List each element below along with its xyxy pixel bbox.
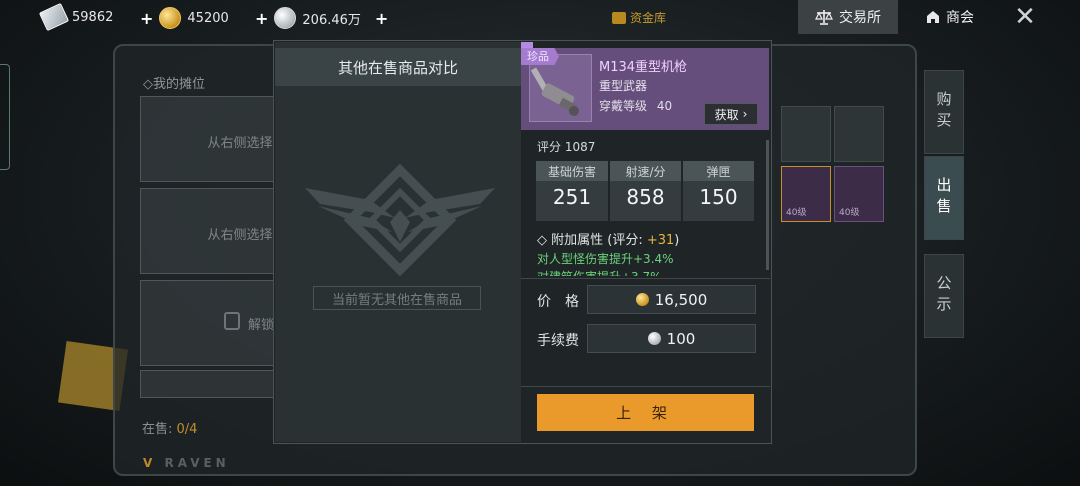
stat-fire-rate: 射速/分 858 [610, 161, 681, 221]
gold-currency: + 45200 [140, 7, 229, 29]
on-sale-value: 0/4 [176, 422, 198, 437]
item-level-label: 40级 [786, 208, 807, 218]
brand-text: RAVEN [164, 456, 230, 470]
fee-display: 100 [587, 324, 756, 353]
tab-notice-label: 公示 [934, 275, 953, 317]
stat-label: 基础伤害 [536, 161, 608, 181]
item-name: M134重型机枪 [599, 60, 688, 75]
stall-title: ◇我的摊位 [143, 77, 205, 92]
inventory-item[interactable]: 40级 [781, 166, 831, 222]
item-type: 重型武器 [599, 79, 648, 93]
fee-value: 100 [666, 329, 696, 348]
divider [521, 386, 770, 387]
acquire-button[interactable]: 获取 › [704, 103, 758, 125]
ticket-amount: 59862 [72, 9, 114, 25]
tab-sell-label: 出售 [934, 177, 953, 219]
stall-slot-4[interactable] [140, 370, 276, 398]
lock-icon [224, 312, 240, 330]
left-edge-decoration [0, 64, 10, 170]
stat-value: 858 [626, 185, 665, 209]
inventory-item[interactable]: 40级 [834, 166, 884, 222]
add-silver-button-2[interactable]: + [375, 9, 388, 28]
tab-buy[interactable]: 购买 [924, 70, 964, 154]
item-level-value: 40 [656, 99, 673, 113]
inventory-item[interactable] [781, 106, 831, 162]
stat-magazine: 弹匣 150 [683, 161, 754, 221]
stat-base-damage: 基础伤害 251 [536, 161, 608, 221]
item-level-label: 穿戴等级 [599, 99, 648, 113]
divider [521, 278, 770, 279]
brand-logo: V RAVEN [143, 456, 230, 470]
brand-v: V [143, 456, 157, 470]
extra-title-close: ) [674, 233, 680, 248]
attributes-scrollbar[interactable] [766, 140, 769, 270]
chevron-right-icon: › [742, 107, 748, 121]
extra-attribute: 对人型怪伤害提升+3.4% [537, 252, 674, 266]
fee-label: 手续费 [537, 333, 579, 349]
vault-label: 资金库 [630, 11, 667, 25]
gold-coin-icon [635, 293, 649, 306]
stat-label: 弹匣 [683, 161, 754, 181]
on-sale-label: 在售: [142, 422, 177, 437]
scales-icon [815, 10, 833, 25]
tab-notice[interactable]: 公示 [924, 254, 964, 338]
eagle-emblem-icon [305, 163, 495, 277]
silver-coin-icon [647, 332, 661, 345]
compare-title: 其他在售商品对比 [275, 48, 521, 86]
trade-label: 交易所 [839, 10, 881, 26]
stat-value: 150 [699, 185, 738, 209]
rarity-badge: 珍品 [521, 48, 559, 65]
silver-amount: 206.46万 [302, 12, 361, 28]
shop-label: 商会 [946, 10, 974, 26]
trade-button[interactable]: 交易所 [798, 0, 898, 34]
vault-icon [612, 11, 626, 24]
top-bar: 59862 + 45200 + 206.46万 + 资金库 交易所 商会 ✕ [0, 0, 1080, 36]
stat-label: 射速/分 [610, 161, 681, 181]
item-level-label: 40级 [839, 208, 860, 218]
vault-link[interactable]: 资金库 [612, 9, 666, 26]
item-wear-level: 穿戴等级 40 [599, 97, 672, 114]
price-label: 价 格 [537, 294, 579, 310]
gold-coin-icon [159, 7, 182, 29]
shop-button[interactable]: 商会 [926, 7, 974, 27]
silver-currency: + 206.46万 + [255, 7, 388, 29]
add-gold-button[interactable]: + [140, 9, 153, 28]
add-silver-button[interactable]: + [255, 9, 268, 28]
list-item-button[interactable]: 上 架 [537, 394, 754, 431]
silver-coin-icon [274, 7, 297, 29]
acquire-label: 获取 [714, 107, 739, 122]
item-score: 评分 1087 [537, 140, 596, 154]
tab-sell[interactable]: 出售 [924, 156, 964, 240]
house-icon [927, 11, 939, 23]
inventory-item[interactable] [834, 106, 884, 162]
tab-buy-label: 购买 [934, 91, 953, 133]
ticket-currency: 59862 [38, 2, 114, 32]
ticket-icon [38, 2, 70, 32]
stat-value: 251 [552, 185, 592, 209]
extra-attribute: 对建筑伤害提升+3.7% [537, 268, 662, 276]
price-value: 16,500 [654, 290, 708, 309]
extra-points: +31 [646, 233, 675, 248]
extra-attributes-title: ◇ 附加属性 (评分: +31) [537, 229, 679, 248]
on-sale-count: 在售: 0/4 [142, 418, 197, 437]
price-input[interactable]: 16,500 [587, 285, 756, 314]
gold-amount: 45200 [187, 10, 229, 26]
unlock-label: 解锁 [248, 318, 275, 333]
empty-listing-note: 当前暂无其他在售商品 [313, 286, 481, 310]
close-icon[interactable]: ✕ [1012, 4, 1038, 30]
extra-title-text: ◇ 附加属性 (评分: [537, 233, 647, 248]
